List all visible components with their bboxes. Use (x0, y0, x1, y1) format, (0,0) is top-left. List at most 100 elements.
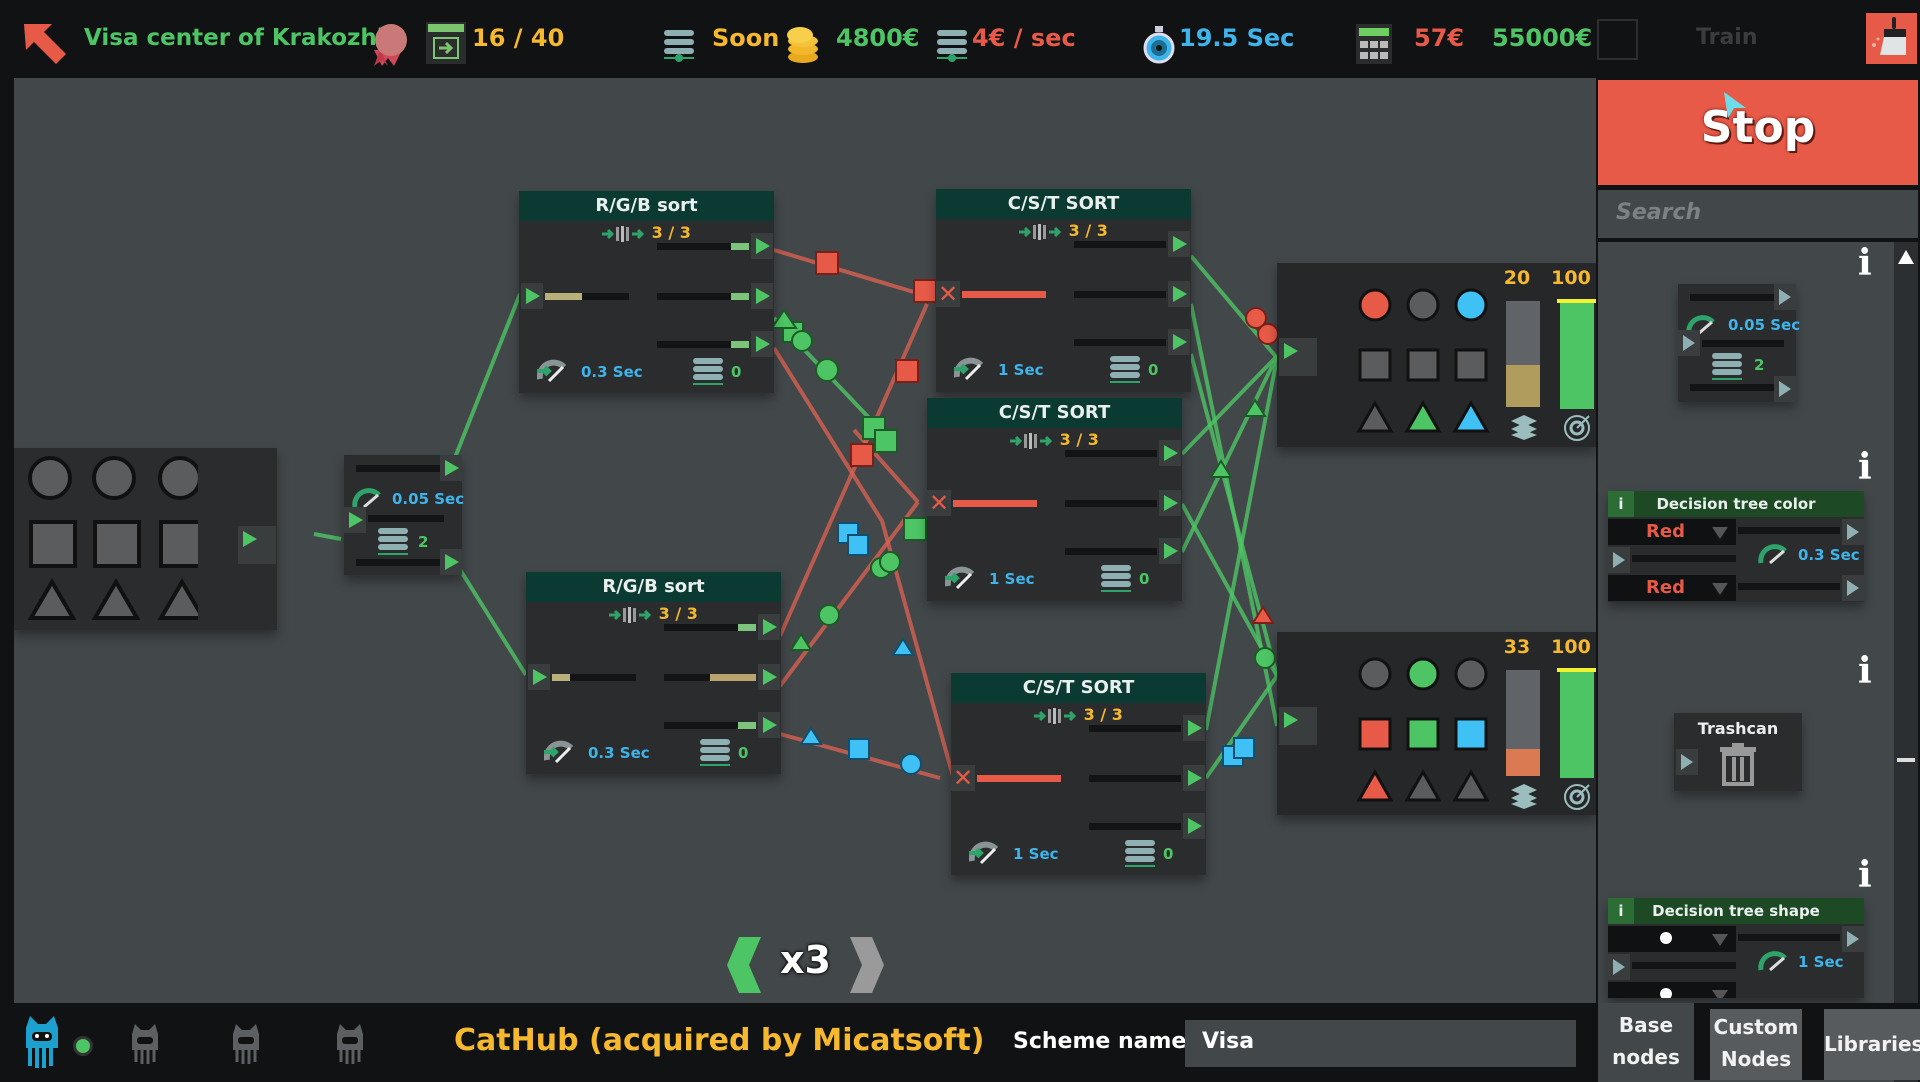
red-triangle-icon (1356, 399, 1394, 433)
input-port[interactable] (528, 664, 550, 690)
clear-button[interactable] (1866, 13, 1917, 64)
cst-sort-node[interactable]: C/S/T SORT 3 / 3 ✕ 1 Sec 0 (951, 673, 1206, 875)
output-port[interactable] (1183, 715, 1205, 741)
port-icon (1842, 575, 1864, 601)
output-port[interactable] (1183, 813, 1205, 839)
library-splitter-node[interactable]: 0.05 Sec 2 (1678, 284, 1800, 402)
info-icon[interactable]: i (1858, 242, 1872, 284)
info-tag[interactable]: i (1608, 898, 1634, 924)
node-title: C/S/T SORT (951, 673, 1206, 703)
scroll-thumb[interactable] (1897, 758, 1915, 762)
item-blue-circle (900, 753, 922, 775)
color-select-1[interactable]: Red (1608, 519, 1736, 545)
output-port[interactable] (1168, 281, 1190, 307)
stack-bar (1506, 670, 1540, 776)
output-port[interactable] (1183, 765, 1205, 791)
port-icon (1774, 284, 1796, 310)
shape-select-1[interactable] (1608, 926, 1736, 952)
output-port[interactable] (1159, 440, 1181, 466)
back-arrow-icon[interactable] (22, 22, 68, 64)
library-decision-color-node[interactable]: i Decision tree color Red Red 0.3 Sec (1608, 491, 1864, 602)
cst-sort-node[interactable]: C/S/T SORT 3 / 3 ✕ 1 Sec 0 (927, 398, 1182, 601)
source-shapes (28, 456, 198, 620)
capacity-count: 3 / 3 (519, 221, 774, 245)
output-fill (731, 243, 749, 250)
output-node[interactable]: 20 100 (1277, 263, 1596, 447)
output-port[interactable] (758, 712, 780, 738)
circle-icon (158, 456, 198, 500)
scrollbar[interactable] (1894, 242, 1918, 1082)
tab-custom-nodes[interactable]: Custom Nodes (1710, 1009, 1802, 1080)
blocked-input-icon[interactable]: ✕ (951, 765, 975, 791)
train-checkbox[interactable] (1597, 19, 1638, 60)
item-green-square (903, 517, 927, 541)
capacity-count: 3 / 3 (526, 602, 781, 626)
process-time: 1 Sec (998, 361, 1044, 379)
tab-base-nodes[interactable]: Base nodes (1598, 1003, 1694, 1080)
splitter-output-1[interactable] (440, 455, 462, 481)
blocked-input-icon[interactable]: ✕ (927, 490, 951, 516)
scheme-name-input[interactable]: Visa (1185, 1020, 1576, 1067)
decision-color-time: 0.3 Sec (1798, 546, 1860, 564)
capacity-icon (1034, 707, 1077, 724)
blue-circle-icon (1454, 288, 1488, 322)
library-decision-shape-node[interactable]: i Decision tree shape 1 Sec (1608, 898, 1864, 998)
node-title: R/G/B sort (519, 191, 774, 221)
output-fill (731, 293, 749, 300)
library-trashcan-node[interactable]: Trashcan (1674, 713, 1802, 791)
speed-gauge-icon (1758, 951, 1787, 972)
output-port[interactable] (1168, 231, 1190, 257)
splitter-input[interactable] (344, 507, 366, 533)
rgb-sort-node[interactable]: R/G/B sort 3 / 3 0.3 Sec 0 (519, 191, 774, 393)
info-icon[interactable]: i (1858, 854, 1872, 896)
output-input-port[interactable] (1279, 338, 1317, 376)
exit-door-icon[interactable] (426, 22, 466, 64)
info-icon[interactable]: i (1858, 650, 1872, 692)
square-icon (159, 520, 198, 568)
source-node[interactable] (14, 448, 277, 630)
stop-button[interactable]: Stop (1598, 80, 1918, 185)
cat-profile-icon-active[interactable] (22, 1014, 62, 1070)
scroll-up-icon[interactable] (1898, 250, 1914, 264)
output-port[interactable] (758, 614, 780, 640)
splitter-node[interactable]: 0.05 Sec 2 (344, 455, 464, 575)
info-tag[interactable]: i (1608, 491, 1634, 517)
calculator-icon[interactable] (1356, 24, 1392, 64)
output-node[interactable]: 33 100 (1277, 632, 1596, 815)
cat-profile-icon[interactable] (129, 1022, 161, 1066)
port-icon (1842, 519, 1864, 545)
blocked-input-icon[interactable]: ✕ (936, 281, 960, 307)
output-port[interactable] (1159, 490, 1181, 516)
output-port[interactable] (751, 331, 773, 357)
blue-square-icon (1454, 348, 1488, 382)
output-track (1065, 548, 1157, 555)
speed-increase-button[interactable] (850, 937, 884, 993)
port-icon (1608, 954, 1630, 980)
output-port[interactable] (751, 283, 773, 309)
item-red-triangle (1251, 605, 1275, 624)
output-port[interactable] (1168, 329, 1190, 355)
cat-profile-icon[interactable] (230, 1022, 262, 1066)
output-port[interactable] (1159, 538, 1181, 564)
output-input-port[interactable] (1279, 707, 1317, 745)
search-input[interactable]: Search (1598, 190, 1918, 238)
train-label[interactable]: Train (1696, 22, 1758, 54)
cat-profile-icon[interactable] (334, 1022, 366, 1066)
tab-libraries[interactable]: Libraries (1824, 1009, 1920, 1080)
online-status-dot (73, 1036, 93, 1056)
shape-select-2[interactable] (1608, 982, 1736, 998)
output-port[interactable] (758, 664, 780, 690)
top-bar: Visa center of Krakozhia 16 / 40 Soon 48… (0, 0, 1920, 78)
output-port[interactable] (751, 233, 773, 259)
rgb-sort-node[interactable]: R/G/B sort 3 / 3 0.3 Sec 0 (526, 572, 781, 774)
source-output-port[interactable] (238, 526, 276, 564)
color-select-2[interactable]: Red (1608, 575, 1736, 601)
output-track (1074, 339, 1166, 346)
input-port[interactable] (521, 283, 543, 309)
speed-decrease-button[interactable] (727, 937, 761, 993)
info-icon[interactable]: i (1858, 446, 1872, 488)
node-canvas[interactable]: 0.05 Sec 2 R/G/B sort 3 / 3 0.3 Sec 0 R/G/… (14, 78, 1596, 1003)
splitter-output-2[interactable] (440, 549, 462, 575)
cst-sort-node[interactable]: C/S/T SORT 3 / 3 ✕ 1 Sec 0 (936, 189, 1191, 392)
output-track (1065, 450, 1157, 457)
